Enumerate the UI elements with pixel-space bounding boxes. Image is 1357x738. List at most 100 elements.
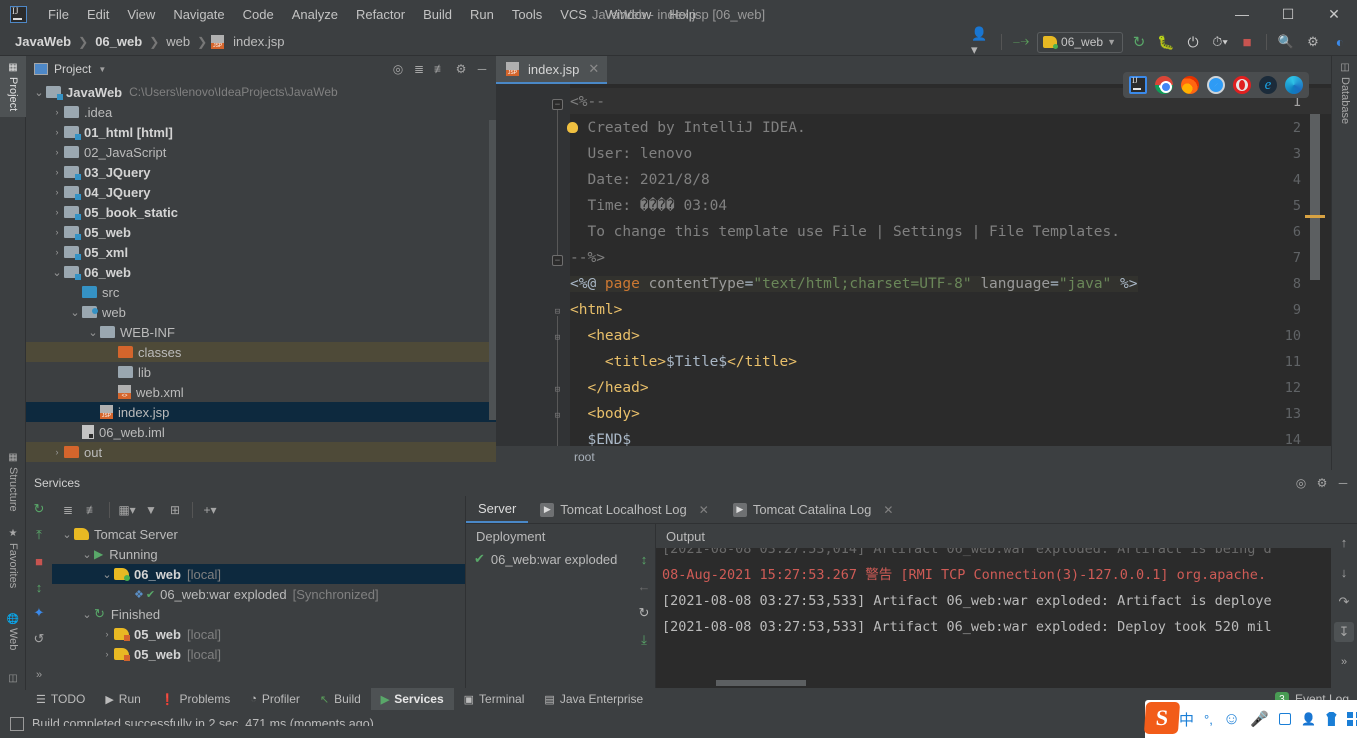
breadcrumb-root[interactable]: root xyxy=(574,450,595,464)
services-tree-row[interactable]: ⌄ ↻ Finished xyxy=(52,604,465,624)
soft-wrap-icon[interactable]: ↷ xyxy=(1334,592,1354,612)
menu-analyze[interactable]: Analyze xyxy=(283,4,347,25)
code-line[interactable]: <head> xyxy=(570,328,639,344)
chevron-down-icon[interactable]: ▼ xyxy=(98,65,106,74)
editor-scrollbar[interactable] xyxy=(1310,90,1320,280)
undeploy-icon[interactable]: ← xyxy=(635,577,653,595)
code-editor[interactable]: ⚠ 1 ⌃ ⌄ 1<%--2 Created by IntelliJ IDEA.… xyxy=(496,84,1331,446)
update-icon[interactable]: ⤓ xyxy=(635,631,653,649)
expand-all-icon[interactable]: ≣ xyxy=(409,59,429,79)
hide-icon[interactable]: ─ xyxy=(1333,473,1353,493)
sidebar-item-structure[interactable]: ▦ Structure xyxy=(0,446,26,518)
services-tree-row[interactable]: ⌄ Tomcat Server xyxy=(52,524,465,544)
tool-window-button-todo[interactable]: ☰ TODO xyxy=(26,688,95,710)
close-icon[interactable]: ✕ xyxy=(588,61,599,77)
tree-row[interactable]: web.xml xyxy=(26,382,496,402)
tree-row[interactable]: › 04_JQuery xyxy=(26,182,496,202)
chevron-icon[interactable]: ⌄ xyxy=(32,86,46,99)
chevron-icon[interactable]: ⌄ xyxy=(68,306,82,319)
run-configuration-selector[interactable]: 06_web ▼ xyxy=(1037,31,1123,53)
code-line[interactable]: $END$ xyxy=(570,432,631,446)
chinese-mode-icon[interactable]: 中 xyxy=(1179,709,1194,730)
intellij-preview-icon[interactable] xyxy=(1129,76,1147,94)
services-tab-server[interactable]: Server xyxy=(466,496,529,523)
breadcrumb-web[interactable]: web xyxy=(163,33,193,50)
redeploy-icon[interactable]: ↻ xyxy=(635,604,653,622)
code-line[interactable]: Time: ���� 03:04 xyxy=(570,198,727,214)
services-tab-tomcat-catalina-log[interactable]: ▶ Tomcat Catalina Log ✕ xyxy=(721,496,906,523)
maximize-button[interactable]: ☐ xyxy=(1265,0,1311,28)
chevron-icon[interactable]: › xyxy=(50,107,64,117)
chrome-icon[interactable] xyxy=(1155,76,1173,94)
menu-help[interactable]: Help xyxy=(660,4,705,25)
soft-keyboard-icon[interactable] xyxy=(1278,713,1292,725)
tree-row[interactable]: classes xyxy=(26,342,496,362)
safari-icon[interactable] xyxy=(1207,76,1225,94)
tree-row[interactable]: › 05_book_static xyxy=(26,202,496,222)
sidebar-item-project[interactable]: ▦ Project xyxy=(0,56,26,118)
scroll-to-end-icon[interactable]: ↧ xyxy=(1334,622,1354,642)
tool-window-button-terminal[interactable]: ▣ Terminal xyxy=(454,688,535,710)
code-line[interactable]: <html> xyxy=(570,302,622,318)
more-icon[interactable]: » xyxy=(1334,652,1354,672)
expand-icon[interactable]: ↕ xyxy=(30,578,48,596)
tree-row[interactable]: ⌄ web xyxy=(26,302,496,322)
close-icon[interactable]: ✕ xyxy=(699,503,709,517)
tree-row[interactable]: ⌄ 06_web xyxy=(26,262,496,282)
chevron-icon[interactable]: ⌄ xyxy=(100,568,114,581)
services-tree-row[interactable]: ⌄ 06_web [local] xyxy=(52,564,465,584)
chevron-icon[interactable]: › xyxy=(50,187,64,197)
close-icon[interactable]: ✕ xyxy=(883,503,893,517)
emoji-icon[interactable]: ☺ xyxy=(1223,709,1240,729)
debug-icon[interactable]: 🐛 xyxy=(1155,31,1177,53)
output-console[interactable]: [2021-08-08 03:27:53,014] Artifact 06_we… xyxy=(656,548,1331,688)
fold-marker-icon[interactable]: ⊟ xyxy=(552,411,563,422)
scroll-down-icon[interactable]: ↓ xyxy=(1334,562,1354,582)
tree-row[interactable]: ⌄ JavaWeb C:\Users\lenovo\IdeaProjects\Jav… xyxy=(26,82,496,102)
settings-gear-icon[interactable]: ⚙ xyxy=(451,59,471,79)
tool-window-button-profiler[interactable]: ◔ Profiler xyxy=(240,688,310,710)
menu-view[interactable]: View xyxy=(118,4,164,25)
tree-row[interactable]: src xyxy=(26,282,496,302)
code-line[interactable]: <%@ page contentType="text/html;charset=… xyxy=(570,276,1138,292)
tool-window-button-java-enterprise[interactable]: ▤ Java Enterprise xyxy=(534,688,653,710)
deploy-icon[interactable]: ⤒ xyxy=(30,526,48,544)
services-tree[interactable]: ⌄ Tomcat Server ⌄ ▶ Running ⌄ 06_web [local] ❖ ✔ 0… xyxy=(52,524,465,688)
warning-marker[interactable] xyxy=(1305,215,1325,218)
sidebar-item-database[interactable]: ◫ Database xyxy=(1332,56,1357,130)
chevron-icon[interactable]: › xyxy=(100,649,114,659)
tool-window-button-problems[interactable]: ❗ Problems xyxy=(151,688,240,710)
build-hammer-icon[interactable]: ⤍ xyxy=(1010,31,1032,53)
services-tree-row[interactable]: ❖ ✔ 06_web:war exploded [Synchronized] xyxy=(52,584,465,604)
code-line[interactable]: To change this template use File | Setti… xyxy=(570,224,1120,240)
fold-marker-icon[interactable]: ⊟ xyxy=(552,307,563,318)
run-coverage-icon[interactable]: ⏻ xyxy=(1182,31,1204,53)
intention-bulb-icon[interactable] xyxy=(567,122,578,133)
tree-row[interactable]: › .idea xyxy=(26,102,496,122)
breadcrumb-javaweb[interactable]: JavaWeb xyxy=(12,33,74,50)
tree-row[interactable]: › out xyxy=(26,442,496,462)
services-tab-tomcat-localhost-log[interactable]: ▶ Tomcat Localhost Log ✕ xyxy=(528,496,721,523)
menu-build[interactable]: Build xyxy=(414,4,461,25)
tree-row[interactable]: › 03_JQuery xyxy=(26,162,496,182)
internet-explorer-icon[interactable]: e xyxy=(1259,76,1277,94)
run-icon[interactable]: ↻ xyxy=(1128,31,1150,53)
chevron-icon[interactable]: › xyxy=(50,167,64,177)
profile-run-icon[interactable]: ⏱▾ xyxy=(1209,31,1231,53)
fold-marker-icon[interactable]: ⊟ xyxy=(552,385,563,396)
services-tree-row[interactable]: › 05_web [local] xyxy=(52,624,465,644)
code-line[interactable]: --%> xyxy=(570,250,605,266)
tool-window-button-build[interactable]: ↖ Build xyxy=(310,688,371,710)
sidebar-item-web[interactable]: 🌐 Web xyxy=(0,606,26,657)
voice-input-icon[interactable]: 🎤 xyxy=(1250,710,1269,728)
menu-window[interactable]: Window xyxy=(596,4,660,25)
code-line[interactable]: Date: 2021/8/8 xyxy=(570,172,709,188)
expand-all-icon[interactable]: ≣ xyxy=(58,500,78,520)
project-scrollbar[interactable] xyxy=(489,120,496,420)
code-line[interactable]: <body> xyxy=(570,406,639,422)
add-icon[interactable]: +▾ xyxy=(200,500,220,520)
chevron-icon[interactable]: › xyxy=(50,127,64,137)
chevron-icon[interactable]: › xyxy=(50,207,64,217)
collapse-all-icon[interactable]: ≢ xyxy=(430,59,450,79)
layout-toggle-icon[interactable]: ◫ xyxy=(0,667,26,690)
